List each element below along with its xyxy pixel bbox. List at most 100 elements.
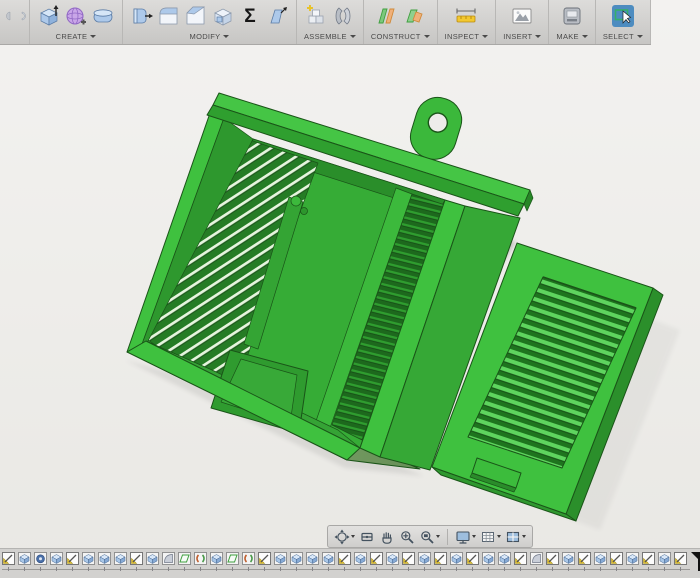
timeline-tick bbox=[632, 567, 633, 571]
revolve-slab-icon[interactable] bbox=[91, 4, 115, 28]
dropdown-caret-icon bbox=[351, 535, 355, 538]
timeline-feature-extrude[interactable] bbox=[82, 552, 95, 571]
insert-image-icon[interactable] bbox=[510, 4, 534, 28]
dropdown-caret-icon bbox=[497, 535, 501, 538]
viewports-button[interactable] bbox=[504, 529, 527, 545]
timeline-feature-sketch[interactable] bbox=[514, 552, 527, 571]
look-at-button[interactable] bbox=[358, 529, 376, 545]
timeline-feature-sketch[interactable] bbox=[66, 552, 79, 571]
measure-icon[interactable] bbox=[454, 4, 478, 28]
timeline-feature-extrude[interactable] bbox=[482, 552, 495, 571]
3d-print-icon[interactable] bbox=[560, 4, 584, 28]
timeline-feature-extrude[interactable] bbox=[386, 552, 399, 571]
section-label-inspect[interactable]: INSPECT bbox=[445, 32, 489, 41]
toolbar-section-inspect: INSPECT bbox=[438, 0, 497, 44]
timeline-feature-sketch[interactable] bbox=[546, 552, 559, 571]
new-component-icon[interactable] bbox=[304, 4, 328, 28]
zoom-button[interactable] bbox=[398, 529, 416, 545]
timeline-feature-extrude[interactable] bbox=[498, 552, 511, 571]
timeline-feature-sketch[interactable] bbox=[130, 552, 143, 571]
timeline-feature-extrude[interactable] bbox=[50, 552, 63, 571]
orbit-button[interactable] bbox=[333, 529, 356, 545]
timeline-feature-sketch[interactable] bbox=[338, 552, 351, 571]
section-label-make[interactable]: MAKE bbox=[556, 32, 588, 41]
display-settings-button[interactable] bbox=[454, 529, 477, 545]
timeline-feature-extrude[interactable] bbox=[274, 552, 287, 571]
toolbar-section-construct: CONSTRUCT bbox=[364, 0, 438, 44]
timeline-tick bbox=[264, 567, 265, 571]
timeline-tick bbox=[680, 567, 681, 571]
joint-icon[interactable] bbox=[331, 4, 355, 28]
timeline-feature-sketch[interactable] bbox=[642, 552, 655, 571]
timeline-feature-extrude[interactable] bbox=[290, 552, 303, 571]
press-pull-icon[interactable] bbox=[130, 4, 154, 28]
timeline-feature-extrude[interactable] bbox=[450, 552, 463, 571]
timeline-feature-extrude[interactable] bbox=[210, 552, 223, 571]
timeline-tick bbox=[584, 567, 585, 571]
toolbar-section-assemble: ASSEMBLE bbox=[297, 0, 364, 44]
timeline-feature-extrude[interactable] bbox=[594, 552, 607, 571]
section-label-select[interactable]: SELECT bbox=[603, 32, 643, 41]
timeline-feature-joint[interactable] bbox=[194, 552, 207, 571]
dropdown-caret-icon bbox=[581, 35, 588, 38]
form-sphere-icon[interactable] bbox=[64, 4, 88, 28]
timeline-feature-fillet[interactable] bbox=[530, 552, 543, 571]
section-label-insert[interactable]: INSERT bbox=[503, 32, 542, 41]
timeline-feature-extrude[interactable] bbox=[562, 552, 575, 571]
construction-plane-icon[interactable] bbox=[375, 4, 399, 28]
rail-pin[interactable] bbox=[300, 207, 308, 215]
timeline-feature-extrude[interactable] bbox=[306, 552, 319, 571]
timeline-feature-sketch[interactable] bbox=[370, 552, 383, 571]
zoom-window-button[interactable] bbox=[418, 529, 441, 545]
timeline-tick bbox=[104, 567, 105, 571]
extrude-box-icon[interactable] bbox=[37, 4, 61, 28]
select-tool-icon[interactable] bbox=[609, 3, 636, 30]
section-label-assemble[interactable]: ASSEMBLE bbox=[304, 32, 356, 41]
fillet-icon[interactable] bbox=[157, 4, 181, 28]
timeline-feature-extrude[interactable] bbox=[354, 552, 367, 571]
timeline-playhead[interactable] bbox=[691, 552, 700, 572]
grid-layout-button[interactable] bbox=[479, 529, 502, 545]
shell-icon[interactable] bbox=[211, 4, 235, 28]
timeline-track[interactable] bbox=[2, 552, 700, 572]
timeline-tick bbox=[280, 567, 281, 571]
timeline-feature-revolve[interactable] bbox=[34, 552, 47, 571]
timeline-feature-extrude[interactable] bbox=[626, 552, 639, 571]
section-label-construct[interactable]: CONSTRUCT bbox=[371, 32, 430, 41]
timeline-feature-extrude[interactable] bbox=[146, 552, 159, 571]
timeline-feature-plane[interactable] bbox=[178, 552, 191, 571]
timeline-feature-extrude[interactable] bbox=[322, 552, 335, 571]
view-navigation-bar bbox=[327, 525, 533, 548]
timeline-feature-sketch[interactable] bbox=[2, 552, 15, 571]
section-label-create[interactable]: CREATE bbox=[56, 32, 97, 41]
timeline-feature-sketch[interactable] bbox=[578, 552, 591, 571]
timeline-tick bbox=[360, 567, 361, 571]
timeline-feature-sketch[interactable] bbox=[466, 552, 479, 571]
timeline-feature-extrude[interactable] bbox=[114, 552, 127, 571]
pan-button[interactable] bbox=[378, 529, 396, 545]
timeline-tick bbox=[456, 567, 457, 571]
timeline-feature-fillet[interactable] bbox=[162, 552, 175, 571]
timeline-feature-joint[interactable] bbox=[242, 552, 255, 571]
timeline-feature-sketch[interactable] bbox=[610, 552, 623, 571]
dropdown-caret-icon bbox=[349, 35, 356, 38]
timeline-feature-sketch[interactable] bbox=[674, 552, 687, 571]
clipped-icon-a[interactable] bbox=[0, 4, 12, 28]
section-label-modify[interactable]: MODIFY bbox=[190, 32, 230, 41]
timeline-feature-extrude[interactable] bbox=[18, 552, 31, 571]
chamfer-icon[interactable] bbox=[184, 4, 208, 28]
rail-cap[interactable] bbox=[290, 195, 302, 207]
timeline-feature-extrude[interactable] bbox=[418, 552, 431, 571]
parameters-sigma-icon[interactable]: Σ bbox=[238, 4, 262, 28]
timeline-feature-extrude[interactable] bbox=[658, 552, 671, 571]
timeline-feature-extrude[interactable] bbox=[98, 552, 111, 571]
midplane-icon[interactable] bbox=[402, 4, 426, 28]
draft-icon[interactable] bbox=[265, 4, 289, 28]
timeline-feature-sketch[interactable] bbox=[402, 552, 415, 571]
timeline-tick bbox=[136, 567, 137, 571]
clipped-icon-b[interactable] bbox=[15, 4, 27, 28]
timeline-feature-sketch[interactable] bbox=[434, 552, 447, 571]
timeline-feature-sketch[interactable] bbox=[258, 552, 271, 571]
viewport-canvas[interactable] bbox=[0, 0, 700, 578]
timeline-feature-plane[interactable] bbox=[226, 552, 239, 571]
